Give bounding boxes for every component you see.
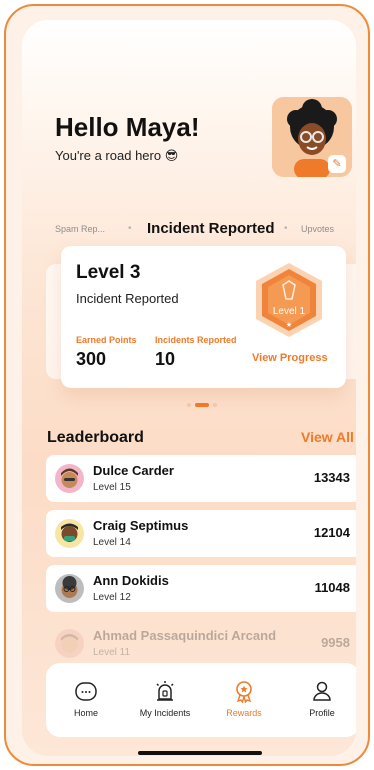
profile-avatar[interactable]: ✎ <box>272 97 352 177</box>
nav-profile[interactable]: Profile <box>284 679 356 718</box>
level-badge: ★ Level 1 <box>252 261 326 339</box>
nav-my-incidents[interactable]: My Incidents <box>127 679 203 718</box>
nav-label-rewards: Rewards <box>226 708 262 718</box>
leaderboard-name: Ann Dokidis <box>93 573 169 588</box>
avatar <box>55 574 84 603</box>
leaderboard-score: 9958 <box>321 635 350 650</box>
pager-dot[interactable] <box>187 403 191 407</box>
svg-text:★: ★ <box>286 321 292 329</box>
incidents-reported-value: 10 <box>155 349 176 369</box>
leaderboard-score: 11048 <box>314 580 350 595</box>
tab-upvotes[interactable]: Upvotes <box>301 224 334 234</box>
view-all-link[interactable]: View All <box>301 429 354 445</box>
tab-separator-dot: • <box>128 223 132 234</box>
tab-incident-reported[interactable]: Incident Reported <box>147 220 275 237</box>
home-icon <box>75 682 97 701</box>
leaderboard-level: Level 14 <box>93 537 131 548</box>
nav-label-profile: Profile <box>309 708 335 718</box>
leaderboard-title: Leaderboard <box>47 429 144 446</box>
card-subtitle: Incident Reported <box>76 291 179 306</box>
leaderboard-name: Ahmad Passaquindici Arcand <box>93 628 277 643</box>
leaderboard-level: Level 15 <box>93 482 131 493</box>
pager-dot[interactable] <box>213 403 217 407</box>
leaderboard-row[interactable]: Ann Dokidis Level 12 11048 <box>46 565 356 612</box>
leaderboard-row[interactable]: Ahmad Passaquindici Arcand Level 11 9958 <box>46 620 356 667</box>
phone-frame: Hello Maya! You're a road hero 😎 ✎ Spam … <box>4 4 370 766</box>
greeting-subtitle: You're a road hero 😎 <box>55 148 179 163</box>
app-screen: Hello Maya! You're a road hero 😎 ✎ Spam … <box>22 20 356 756</box>
leaderboard-row[interactable]: Dulce Carder Level 15 13343 <box>46 455 356 502</box>
avatar <box>55 629 84 658</box>
leaderboard-level: Level 11 <box>93 647 131 658</box>
leaderboard-score: 12104 <box>313 525 350 540</box>
avatar <box>55 519 84 548</box>
leaderboard-score: 13343 <box>313 470 350 485</box>
earned-points-label: Earned Points <box>76 335 137 345</box>
rewards-icon <box>236 681 252 703</box>
view-progress-link[interactable]: View Progress <box>252 352 328 364</box>
tab-separator-dot: • <box>284 223 288 234</box>
badge-level-label: Level 1 <box>272 306 306 317</box>
nav-home[interactable]: Home <box>48 679 124 718</box>
leaderboard-row[interactable]: Craig Septimus Level 14 12104 <box>46 510 356 557</box>
nav-rewards[interactable]: Rewards <box>206 679 282 718</box>
profile-icon <box>313 681 331 701</box>
leaderboard-level: Level 12 <box>93 592 131 603</box>
greeting-title: Hello Maya! <box>55 112 200 142</box>
earned-points-value: 300 <box>76 349 107 369</box>
leaderboard-name: Craig Septimus <box>93 518 189 533</box>
card-level-title: Level 3 <box>76 262 141 283</box>
incidents-reported-label: Incidents Reported <box>155 335 237 345</box>
leaderboard-name: Dulce Carder <box>93 463 174 478</box>
nav-label-my-incidents: My Incidents <box>139 708 191 718</box>
tab-spam-reported[interactable]: Spam Rep... <box>55 224 105 234</box>
siren-icon <box>156 681 174 701</box>
nav-label-home: Home <box>73 708 98 718</box>
bottom-navigation: Home My Incidents Rewards Profile <box>46 663 356 737</box>
home-indicator[interactable] <box>138 751 262 755</box>
category-tabs: Spam Rep... • Incident Reported • Upvote… <box>22 220 356 242</box>
avatar <box>55 464 84 493</box>
pager-dot-active[interactable] <box>195 403 209 407</box>
hexagon-badge-icon: ★ <box>256 263 322 337</box>
level-card[interactable]: Level 3 Incident Reported Earned Points … <box>61 246 346 388</box>
edit-pencil-icon[interactable]: ✎ <box>328 155 346 173</box>
